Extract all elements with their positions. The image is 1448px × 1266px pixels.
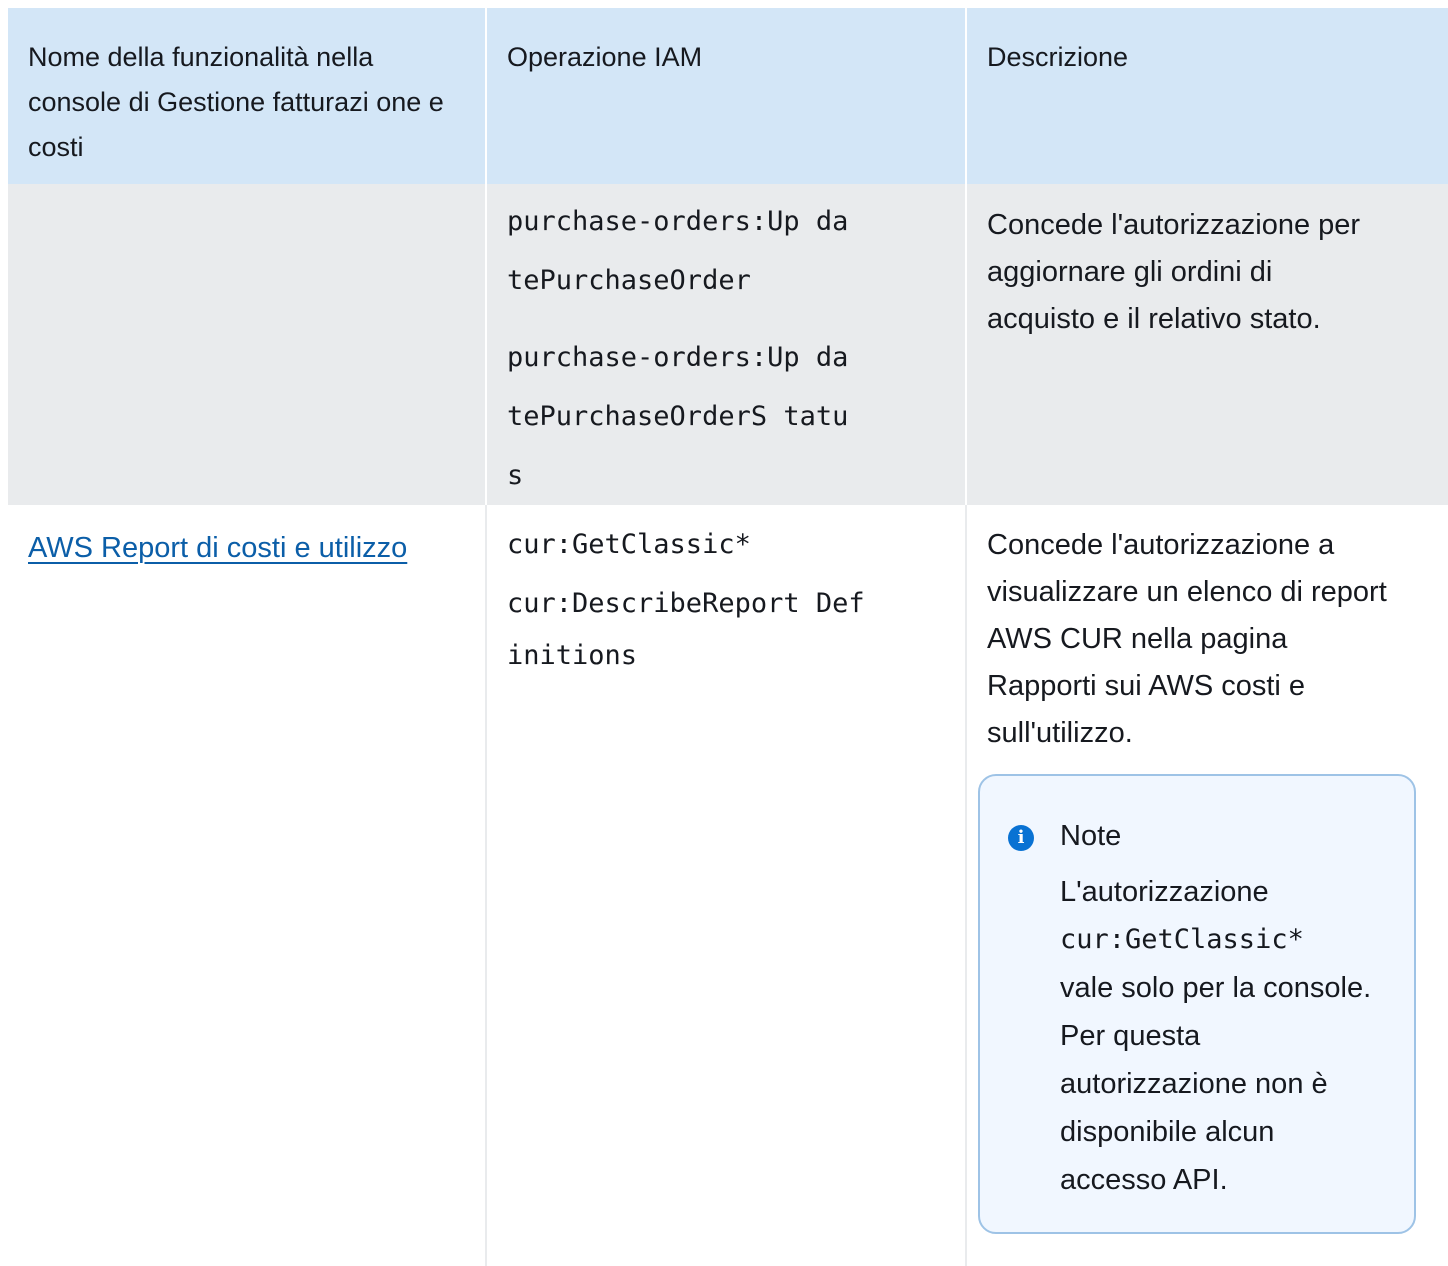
note-title: Note (1060, 820, 1122, 852)
note-body-text: L'autorizzazione (1060, 876, 1269, 908)
note-code: cur:GetClassic* (1060, 924, 1304, 955)
cell-iam-actions: purchase-orders:Up datePurchaseOrder pur… (486, 184, 967, 505)
header-iam-action: Operazione IAM (486, 8, 967, 184)
iam-action-code: purchase-orders:Up datePurchaseOrderS ta… (507, 342, 849, 491)
header-feature-name-text: Nome della funzionalità nella console di… (28, 42, 444, 162)
note-callout: i Note L'autorizzazione cur:GetClassic* … (978, 774, 1416, 1234)
cell-feature-name: AWS Report di costi e utilizzo (8, 505, 487, 1266)
note-body: L'autorizzazione cur:GetClassic* vale so… (1060, 868, 1380, 1204)
description-text: Concede l'autorizzazione per aggiornare … (987, 209, 1361, 335)
note-body-text: vale solo per la console. Per questa aut… (1060, 972, 1372, 1196)
description-text: Concede l'autorizzazione a visualizzare … (987, 529, 1387, 749)
table-row: purchase-orders:Up datePurchaseOrder pur… (8, 184, 1448, 505)
cell-iam-actions: cur:GetClassic* cur:DescribeReport Defin… (486, 505, 967, 1266)
header-feature-name: Nome della funzionalità nella console di… (8, 8, 487, 184)
table-header-row: Nome della funzionalità nella console di… (8, 8, 1448, 184)
iam-action-code: cur:GetClassic* (507, 529, 751, 560)
cell-feature-name (8, 184, 487, 505)
cell-description: Concede l'autorizzazione per aggiornare … (966, 184, 1448, 505)
header-description: Descrizione (966, 8, 1448, 184)
cost-usage-reports-link[interactable]: AWS Report di costi e utilizzo (28, 532, 407, 564)
iam-action-code: cur:DescribeReport Definitions (507, 588, 865, 671)
info-icon: i (1008, 825, 1034, 851)
iam-action-code: purchase-orders:Up datePurchaseOrder (507, 206, 849, 296)
